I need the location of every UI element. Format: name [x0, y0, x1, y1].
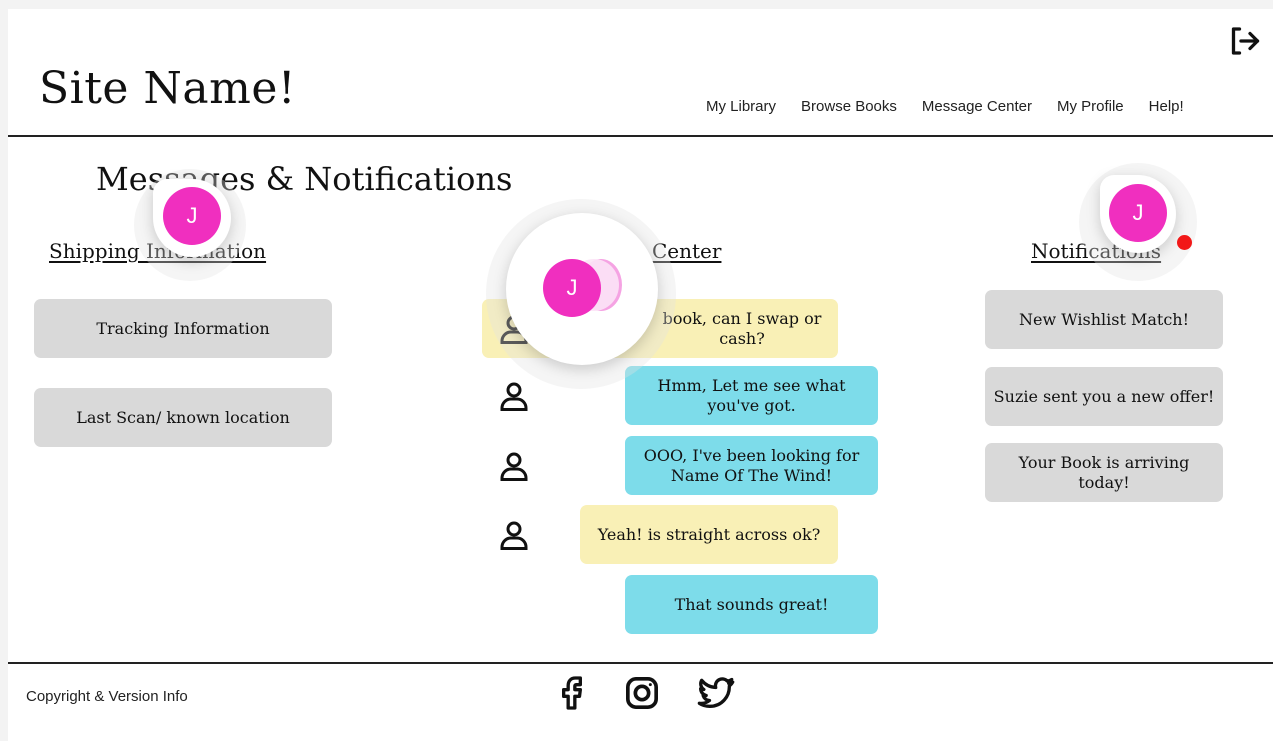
- twitter-icon[interactable]: [696, 673, 736, 713]
- copyright-text: Copyright & Version Info: [26, 688, 188, 705]
- person-icon: [500, 382, 528, 411]
- logout-icon[interactable]: [1226, 23, 1262, 59]
- notification-item[interactable]: New Wishlist Match!: [985, 290, 1223, 349]
- nav-my-profile[interactable]: My Profile: [1057, 98, 1124, 115]
- notification-dot: [1177, 235, 1192, 250]
- avatar[interactable]: J: [543, 259, 601, 317]
- avatar[interactable]: J: [163, 187, 221, 245]
- nav-help[interactable]: Help!: [1149, 98, 1184, 115]
- person-icon: [500, 521, 528, 550]
- nav-my-library[interactable]: My Library: [706, 98, 776, 115]
- instagram-icon[interactable]: [622, 673, 662, 713]
- footer-divider: [8, 662, 1273, 664]
- message-bubble[interactable]: OOO, I've been looking for Name Of The W…: [625, 436, 878, 495]
- notification-item[interactable]: Your Book is arriving today!: [985, 443, 1223, 502]
- tracking-information-button[interactable]: Tracking Information: [34, 299, 332, 358]
- message-bubble[interactable]: Hmm, Let me see what you've got.: [625, 366, 878, 425]
- last-scan-button[interactable]: Last Scan/ known location: [34, 388, 332, 447]
- message-bubble[interactable]: Yeah! is straight across ok?: [580, 505, 838, 564]
- site-name: Site Name!: [39, 63, 297, 114]
- page: Site Name! My Library Browse Books Messa…: [8, 9, 1273, 741]
- message-bubble[interactable]: That sounds great!: [625, 575, 878, 634]
- nav-browse-books[interactable]: Browse Books: [801, 98, 897, 115]
- avatar[interactable]: J: [1109, 184, 1167, 242]
- header-divider: [8, 135, 1273, 137]
- notification-item[interactable]: Suzie sent you a new offer!: [985, 367, 1223, 426]
- person-icon: [500, 452, 528, 481]
- top-nav: My Library Browse Books Message Center M…: [706, 98, 1184, 115]
- nav-message-center[interactable]: Message Center: [922, 98, 1032, 115]
- facebook-icon[interactable]: [552, 673, 592, 713]
